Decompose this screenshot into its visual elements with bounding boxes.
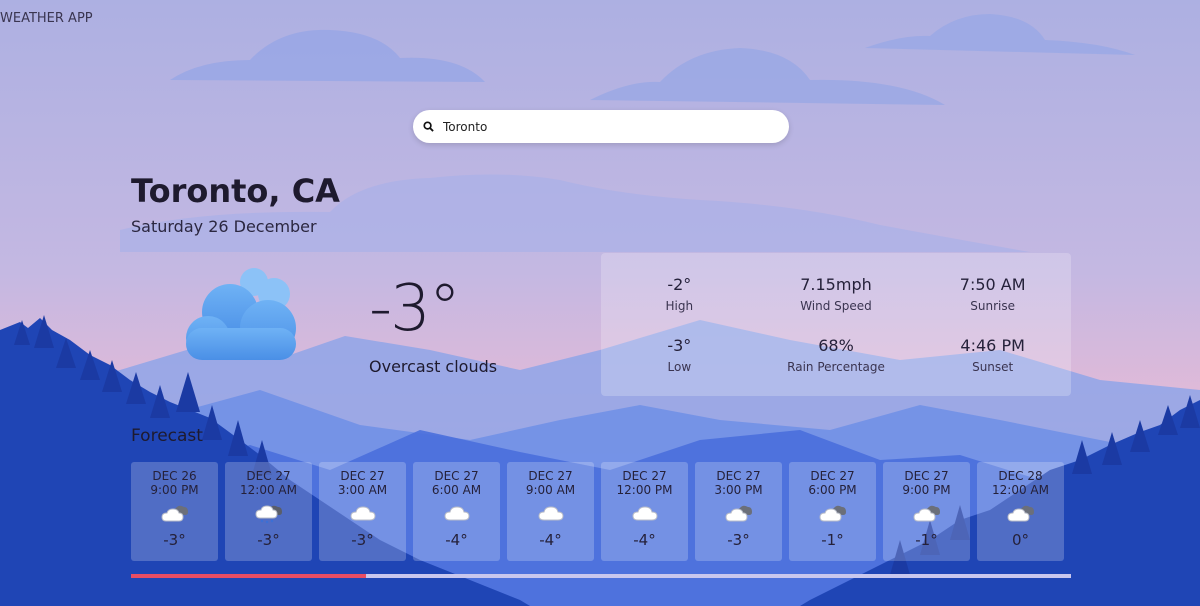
forecast-list[interactable]: DEC 26 9:00 PM -3° DEC 27 12:00 AM -3° DEC 27 3… [131, 462, 1064, 561]
forecast-card: DEC 27 6:00 AM -4° [413, 462, 500, 561]
forecast-card: DEC 27 12:00 AM -3° [225, 462, 312, 561]
stat-label: Wind Speed [800, 298, 872, 313]
forecast-time: 3:00 PM [714, 483, 763, 497]
stat-label: Sunrise [970, 298, 1016, 313]
forecast-date: DEC 26 [152, 469, 197, 483]
forecast-date: DEC 27 [434, 469, 479, 483]
forecast-date: DEC 27 [246, 469, 291, 483]
forecast-date: DEC 27 [810, 469, 855, 483]
cloud-icon [180, 262, 300, 366]
cloud-icon [630, 502, 660, 524]
forecast-date: DEC 27 [340, 469, 385, 483]
forecast-temperature: -3° [163, 531, 186, 549]
forecast-time: 6:00 PM [808, 483, 857, 497]
weather-stats-panel: -2° High 7.15mph Wind Speed 7:50 AM Sunr… [601, 253, 1071, 396]
search-input[interactable] [443, 119, 773, 134]
forecast-time: 6:00 AM [431, 483, 482, 497]
app-title: WEATHER APP [0, 11, 93, 26]
forecast-date: DEC 28 [998, 469, 1043, 483]
forecast-card: DEC 27 12:00 PM -4° [601, 462, 688, 561]
stat-low: -3° Low [601, 325, 758, 387]
search-bar[interactable] [413, 110, 789, 143]
stat-label: Rain Percentage [787, 360, 885, 375]
forecast-card: DEC 27 6:00 PM -1° [789, 462, 876, 561]
forecast-temperature: -1° [915, 531, 938, 549]
weather-description: Overcast clouds [369, 357, 498, 376]
current-temperature: -3° [369, 272, 461, 346]
forecast-time: 12:00 AM [240, 483, 297, 497]
cloud-icon [348, 502, 378, 524]
stat-rain-percentage: 68% Rain Percentage [758, 325, 915, 387]
forecast-time: 9:00 PM [150, 483, 199, 497]
forecast-card: DEC 26 9:00 PM -3° [131, 462, 218, 561]
snow-night-icon [254, 502, 284, 524]
forecast-temperature: -3° [727, 531, 750, 549]
stat-value: 4:46 PM [960, 336, 1025, 356]
search-icon [421, 120, 435, 134]
scrollbar-thumb[interactable] [131, 574, 366, 578]
stat-sunrise: 7:50 AM Sunrise [914, 263, 1071, 325]
broken-clouds-night-icon [160, 502, 190, 524]
forecast-date: DEC 27 [904, 469, 949, 483]
stat-value: 7:50 AM [959, 274, 1026, 294]
forecast-date: DEC 27 [716, 469, 761, 483]
forecast-time: 12:00 AM [992, 483, 1049, 497]
stat-label: Sunset [972, 360, 1014, 375]
broken-clouds-icon [1006, 502, 1036, 524]
forecast-card: DEC 27 3:00 PM -3° [695, 462, 782, 561]
broken-clouds-icon [912, 502, 942, 524]
forecast-temperature: -4° [633, 531, 656, 549]
broken-clouds-icon [818, 502, 848, 524]
forecast-time: 3:00 AM [337, 483, 388, 497]
forecast-temperature: -3° [257, 531, 280, 549]
stat-label: High [665, 298, 694, 313]
stat-value: -2° [667, 274, 692, 294]
forecast-date: DEC 27 [528, 469, 573, 483]
forecast-time: 12:00 PM [616, 483, 673, 497]
forecast-temperature: -4° [445, 531, 468, 549]
forecast-temperature: -4° [539, 531, 562, 549]
forecast-temperature: 0° [1011, 531, 1030, 549]
stat-label: Low [667, 360, 692, 375]
forecast-title: Forecast [131, 426, 203, 446]
city-name: Toronto, CA [131, 172, 340, 210]
forecast-card: DEC 27 9:00 PM -1° [883, 462, 970, 561]
broken-clouds-icon [724, 502, 754, 524]
stat-value: -3° [667, 336, 692, 356]
cloud-icon [536, 502, 566, 524]
forecast-time: 9:00 PM [902, 483, 951, 497]
stat-value: 7.15mph [800, 274, 872, 294]
forecast-card: DEC 28 12:00 AM 0° [977, 462, 1064, 561]
forecast-temperature: -3° [351, 531, 374, 549]
forecast-date: DEC 27 [622, 469, 667, 483]
stat-high: -2° High [601, 263, 758, 325]
stat-sunset: 4:46 PM Sunset [914, 325, 1071, 387]
cloud-icon [442, 502, 472, 524]
stat-value: 68% [818, 336, 854, 356]
forecast-scrollbar[interactable] [131, 574, 1071, 578]
forecast-time: 9:00 AM [525, 483, 576, 497]
forecast-card: DEC 27 9:00 AM -4° [507, 462, 594, 561]
current-date: Saturday 26 December [131, 217, 317, 236]
forecast-card: DEC 27 3:00 AM -3° [319, 462, 406, 561]
stat-wind-speed: 7.15mph Wind Speed [758, 263, 915, 325]
forecast-temperature: -1° [821, 531, 844, 549]
